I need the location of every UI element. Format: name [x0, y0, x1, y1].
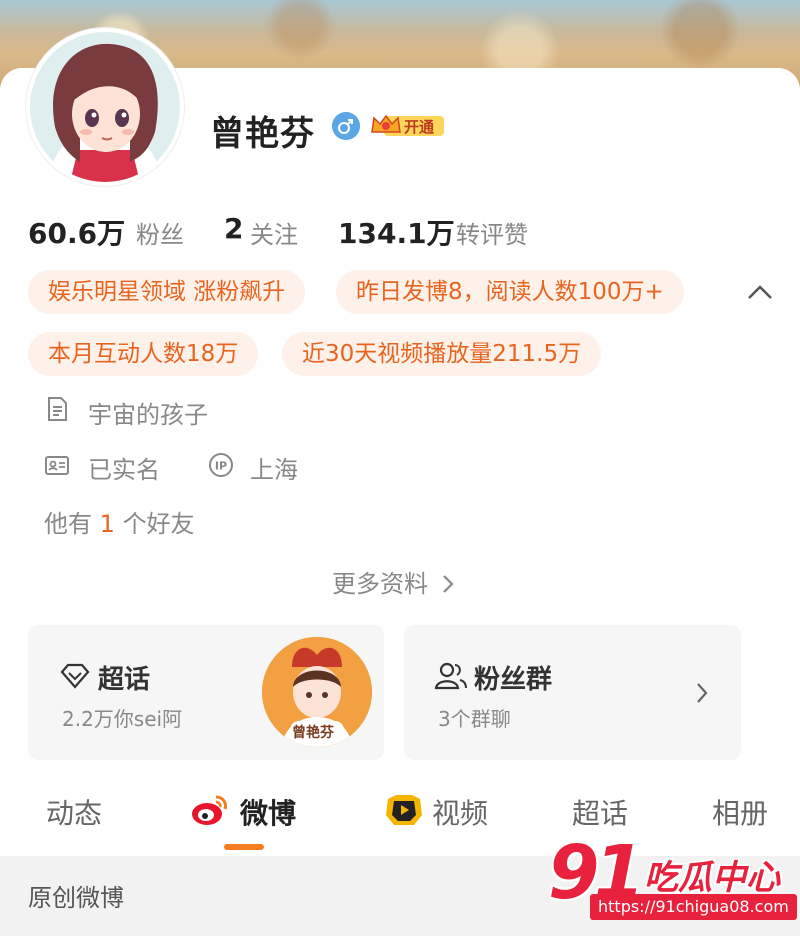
users-icon [434, 662, 467, 690]
avatar[interactable] [26, 28, 184, 186]
svg-text:IP: IP [215, 460, 227, 473]
super-topic-title: 超话 [98, 665, 151, 695]
ip-icon: IP [209, 453, 233, 477]
video-icon [386, 795, 422, 825]
follow-label[interactable]: 关注 [250, 215, 298, 250]
male-icon [332, 112, 360, 140]
friends-text[interactable]: 他有 1 个好友 [44, 504, 195, 539]
tab-weibo[interactable]: 微博 [240, 792, 296, 832]
ip-location: 上海 [250, 456, 298, 484]
super-topic-sub: 2.2万你sei阿 [62, 707, 183, 731]
fan-group-card[interactable]: 粉丝群 3个群聊 [404, 625, 741, 760]
diamond-icon [60, 663, 90, 689]
fans-label[interactable]: 粉丝 [136, 215, 184, 250]
fan-group-title: 粉丝群 [474, 665, 553, 695]
more-info-label: 更多资料 [332, 570, 428, 598]
chevron-right-icon [442, 575, 454, 593]
tag-item[interactable]: 昨日发博8，阅读人数100万+ [336, 270, 684, 314]
tab-super-topic[interactable]: 超话 [572, 792, 628, 832]
friends-prefix: 他有 [44, 510, 92, 538]
friends-count[interactable]: 1 [100, 510, 115, 538]
fan-group-sub: 3个群聊 [438, 707, 511, 731]
weibo-icon [192, 795, 227, 825]
avatar-image [30, 32, 180, 182]
tag-item[interactable]: 娱乐明星领域 涨粉飙升 [28, 270, 306, 314]
super-topic-thumb-text: 曾艳芬 [292, 725, 334, 741]
chevron-up-icon[interactable] [746, 282, 774, 304]
section-title: 原创微博 [28, 884, 124, 912]
fans-count[interactable]: 60.6万 [28, 212, 125, 252]
watermark-text: 吃瓜中心 [644, 858, 780, 898]
profile-name: 曾艳芬 [210, 114, 315, 154]
more-info-link[interactable]: 更多资料 [332, 564, 456, 599]
watermark-url: https://91chigua08.com [590, 894, 797, 920]
follow-count[interactable]: 2 [224, 212, 243, 245]
friends-suffix: 个好友 [122, 510, 195, 538]
tag-item[interactable]: 本月互动人数18万 [28, 332, 259, 376]
watermark: 91 吃瓜中心 https://91chigua08.com [548, 830, 798, 930]
likes-count: 134.1万 [338, 217, 455, 250]
document-icon [48, 397, 67, 421]
likes-label: 转评赞 [456, 221, 528, 249]
tab-album[interactable]: 相册 [712, 792, 768, 832]
chevron-right-icon [697, 683, 708, 703]
id-card-icon [45, 456, 69, 475]
verified-text: 已实名 [88, 456, 160, 484]
tab-dynamic[interactable]: 动态 [46, 792, 102, 832]
super-topic-card[interactable]: 超话 2.2万你sei阿 曾艳芬 [28, 625, 384, 760]
vip-label[interactable]: 开通 [404, 116, 434, 137]
tab-video[interactable]: 视频 [432, 792, 488, 832]
super-topic-thumbnail[interactable]: 曾艳芬 [262, 637, 372, 747]
bio-text: 宇宙的孩子 [88, 401, 208, 429]
tag-item[interactable]: 近30天视频播放量211.5万 [282, 332, 602, 376]
tab-active-indicator [224, 844, 264, 850]
